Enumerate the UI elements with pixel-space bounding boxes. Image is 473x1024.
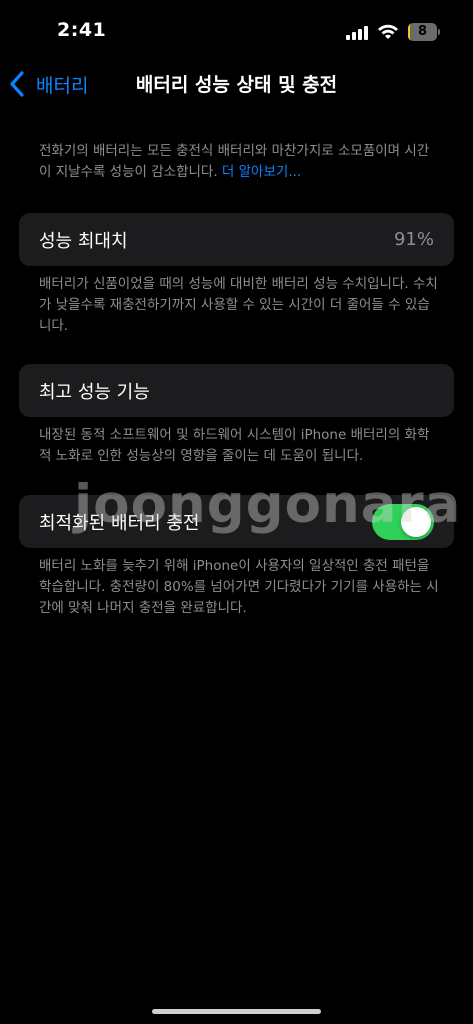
status-time: 2:41 [57, 19, 107, 41]
optimized-charging-toggle[interactable] [372, 504, 434, 540]
intro-description: 전화기의 배터리는 모든 충전식 배터리와 마찬가지로 소모품이며 시간이 지날… [39, 141, 439, 183]
peak-performance-label: 최고 성능 기능 [39, 381, 150, 403]
max-capacity-label: 성능 최대치 [39, 230, 128, 252]
peak-performance-cell: 최고 성능 기능 [19, 364, 454, 417]
learn-more-link[interactable]: 더 알아보기... [222, 164, 301, 180]
battery-level: 8 [417, 24, 428, 39]
toggle-knob [401, 507, 431, 537]
optimized-charging-description: 배터리 노화를 늦추기 위해 iPhone이 사용자의 일상적인 충전 패턴을 … [39, 558, 439, 616]
page-title: 배터리 성능 상태 및 충전 [135, 74, 338, 96]
battery-health-screen: 2:41 8 배터리 배터리 성능 상태 및 충전 전화기의 배터리는 모든 충… [0, 0, 473, 1024]
wifi-icon [377, 24, 399, 40]
status-bar: 2:41 8 [0, 0, 473, 60]
home-indicator[interactable] [152, 1009, 321, 1014]
battery-icon: 8 [408, 23, 440, 41]
peak-performance-description: 내장된 동적 소프트웨어 및 하드웨어 시스템이 iPhone 배터리의 화학적… [39, 427, 430, 464]
max-capacity-value: 91% [393, 229, 434, 250]
optimized-charging-cell: 최적화된 배터리 충전 [19, 495, 454, 548]
max-capacity-cell: 성능 최대치 91% [19, 213, 454, 266]
max-capacity-description: 배터리가 신품이었을 때의 성능에 대비한 배터리 성능 수치입니다. 수치가 … [39, 276, 438, 334]
signal-icon [346, 26, 370, 40]
